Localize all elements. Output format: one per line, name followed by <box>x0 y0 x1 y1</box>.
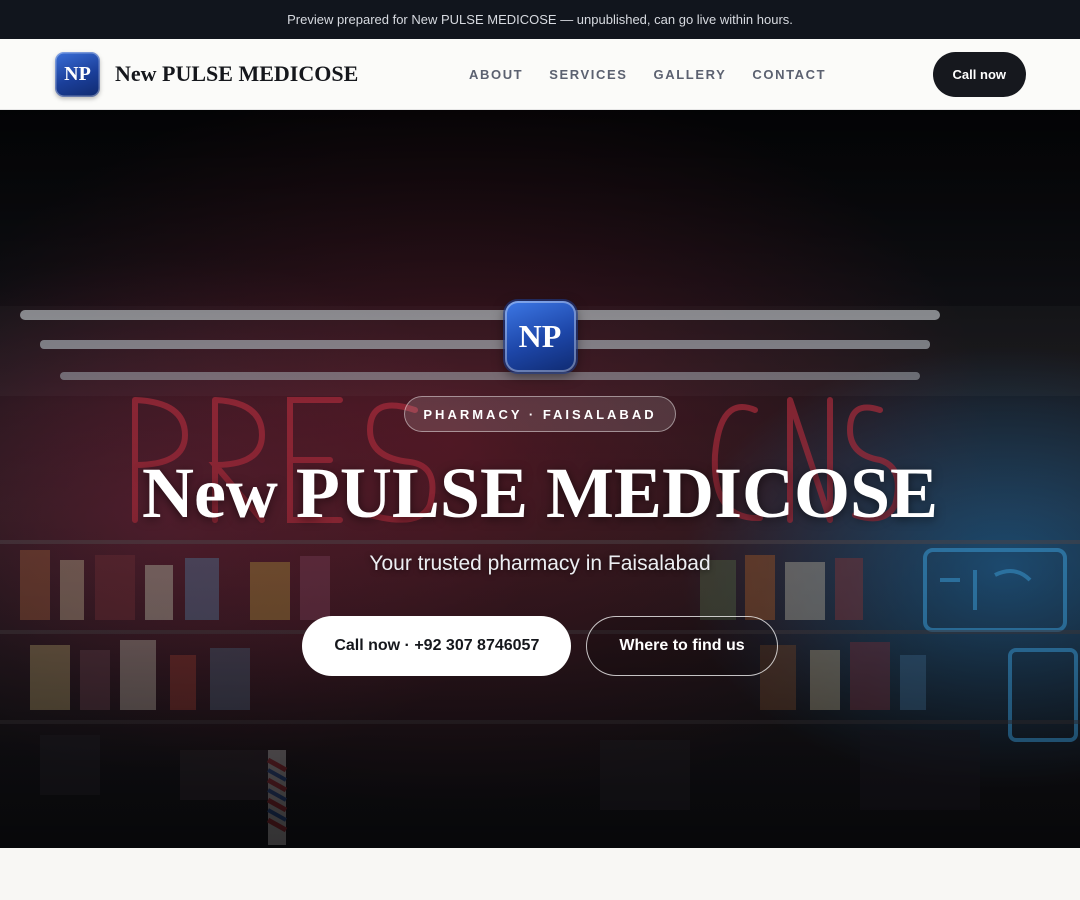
site-header: NP New PULSE MEDICOSE ABOUT SERVICES GAL… <box>0 39 1080 110</box>
main-nav: ABOUT SERVICES GALLERY CONTACT <box>469 39 826 109</box>
brand-name: New PULSE MEDICOSE <box>115 61 359 86</box>
find-us-button[interactable]: Where to find us <box>586 616 778 677</box>
hero-logo-icon: NP <box>504 301 576 372</box>
brand-link[interactable]: NP New PULSE MEDICOSE <box>55 51 359 97</box>
announcement-text: Preview prepared for New PULSE MEDICOSE … <box>287 12 793 27</box>
hero-content: NP PHARMACY · FAISALABAD New PULSE MEDIC… <box>0 110 1080 848</box>
hero-section: NP PHARMACY · FAISALABAD New PULSE MEDIC… <box>0 110 1080 848</box>
hero-tagline: PHARMACY · FAISALABAD <box>404 396 676 432</box>
nav-gallery[interactable]: GALLERY <box>654 67 727 82</box>
call-phone-button[interactable]: Call now · +92 307 8746057 <box>302 616 572 677</box>
call-now-button[interactable]: Call now <box>932 51 1026 97</box>
nav-about[interactable]: ABOUT <box>469 67 523 82</box>
nav-contact[interactable]: CONTACT <box>752 67 826 82</box>
hero-title: New PULSE MEDICOSE <box>141 453 939 533</box>
nav-services[interactable]: SERVICES <box>549 67 627 82</box>
next-section <box>0 848 1080 900</box>
announcement-bar: Preview prepared for New PULSE MEDICOSE … <box>0 0 1080 39</box>
hero-actions: Call now · +92 307 8746057 Where to find… <box>302 616 778 677</box>
hero-subtitle: Your trusted pharmacy in Faisalabad <box>369 552 711 576</box>
logo-icon: NP <box>55 51 100 97</box>
